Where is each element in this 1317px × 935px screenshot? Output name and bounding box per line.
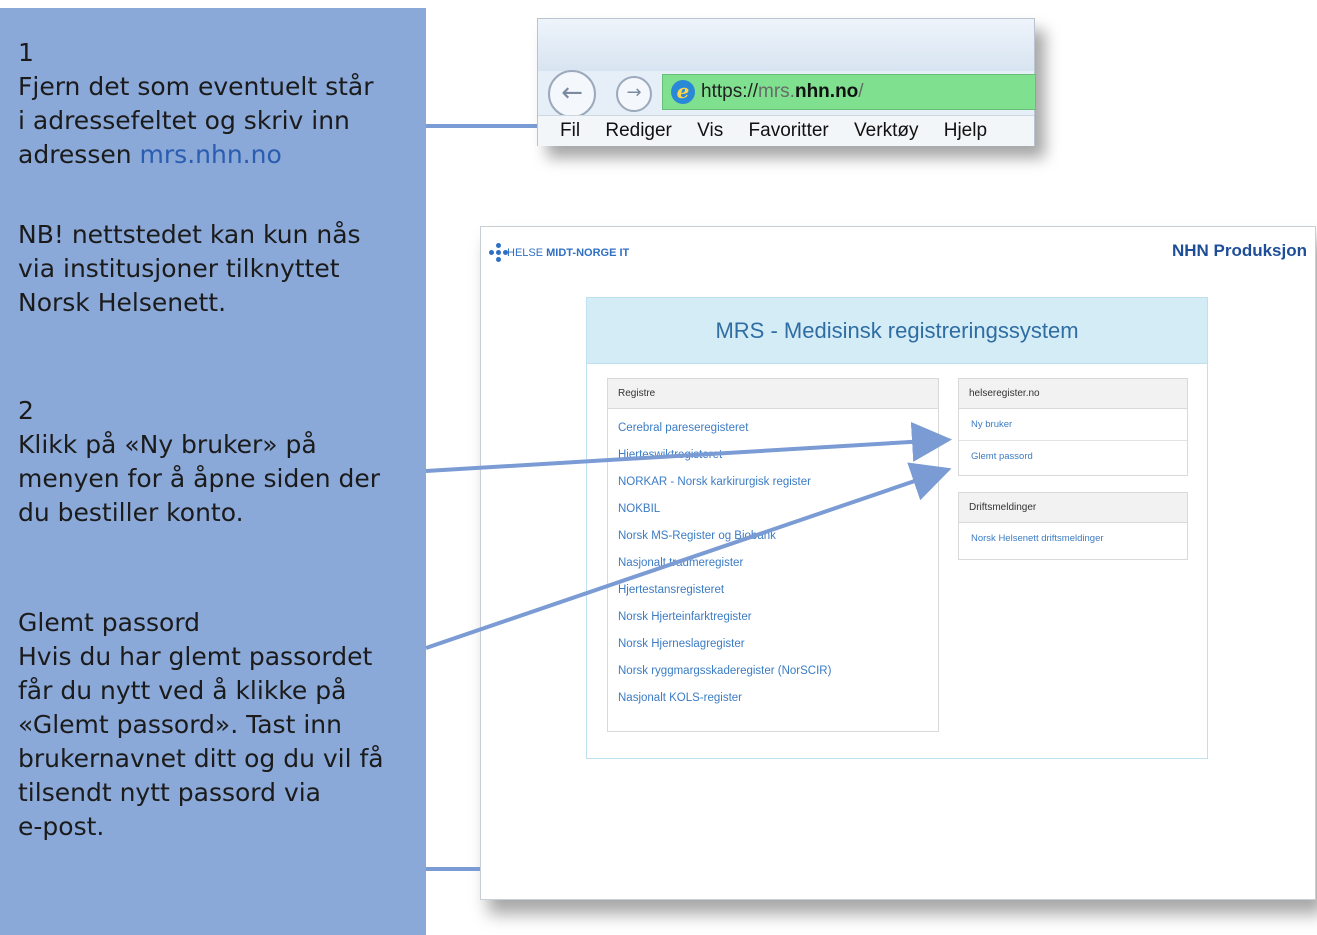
step-1-line: adressen mrs.nhn.no [18,138,418,172]
register-link[interactable]: Hjerteswiktregisteret [618,442,938,469]
app-title: MRS - Medisinsk registreringssystem [587,298,1207,364]
menu-item-rediger[interactable]: Rediger [605,120,672,141]
register-link[interactable]: Norsk Hjerteinfarktregister [618,604,938,631]
forgot-line: «Glemt passord». Tast inn [18,710,342,739]
registers-list: Cerebral pareseregisteret Hjerteswiktreg… [608,409,938,712]
driftsmeldinger-heading: Driftsmeldinger [959,493,1187,523]
step-2-line: Klikk på «Ny bruker» på [18,430,317,459]
register-link[interactable]: Nasjonalt traumeregister [618,550,938,577]
forgot-password-title: Glemt passord [18,608,201,637]
forgot-line: brukernavnet ditt og du vil få [18,744,384,773]
back-arrow-icon[interactable]: ← [548,70,596,118]
step-1-line: Fjern det som eventuelt står [18,72,374,101]
address-bar[interactable]: e https://mrs.nhn.no/ [662,74,1036,110]
network-note: NB! nettstedet kan kun nås via institusj… [18,218,418,320]
new-user-link[interactable]: Ny bruker [959,409,1187,441]
menu-item-vis[interactable]: Vis [697,120,723,141]
nhn-status-link[interactable]: Norsk Helsenett driftsmeldinger [959,523,1187,555]
forgot-line: tilsendt nytt passord via [18,778,322,807]
driftsmeldinger-panel: Driftsmeldinger Norsk Helsenett driftsme… [958,492,1188,560]
url-subdomain: mrs. [758,81,795,102]
internet-explorer-icon: e [671,80,695,104]
note-line: Norsk Helsenett. [18,288,227,317]
register-link[interactable]: NOKBIL [618,496,938,523]
register-link[interactable]: Norsk Hjerneslagregister [618,631,938,658]
instruction-panel: 1 Fjern det som eventuelt står i adresse… [0,8,426,935]
environment-label: NHN Produksjon [1171,241,1307,260]
menu-item-fil[interactable]: Fil [560,120,580,141]
menu-item-favoritter[interactable]: Favoritter [749,120,829,141]
url-domain: nhn.no [794,81,859,102]
browser-screenshot: ← → e https://mrs.nhn.no/ Fil Rediger Vi… [537,18,1036,146]
mrs-url-link-text: mrs.nhn.no [139,140,282,169]
note-line: NB! nettstedet kan kun nås [18,220,361,249]
logo-text-bold: MIDT-NORGE IT [546,247,630,259]
logo-dots-icon [487,241,509,281]
browser-menu-bar: Fil Rediger Vis Favoritter Verktøy Hjelp [538,115,1034,146]
step-2-text: 2 Klikk på «Ny bruker» på menyen for å å… [18,394,418,530]
registers-heading: Registre [608,379,938,409]
url-path: / [858,81,864,102]
forgot-password-text: Glemt passord Hvis du har glemt passorde… [18,606,418,844]
step-1-line: i adressefeltet og skriv inn [18,106,350,135]
register-link[interactable]: Norsk ryggmargsskaderegister (NorSCIR) [618,658,938,685]
step-1-text: 1 Fjern det som eventuelt står i adresse… [18,36,418,172]
url-protocol: https:// [701,81,759,102]
forgot-line: e-post. [18,812,105,841]
forward-arrow-icon[interactable]: → [616,76,652,112]
mrs-site-screenshot: HELSE MIDT-NORGE IT NHN Produksjon MRS -… [480,226,1316,900]
helseregister-panel: helseregister.no Ny bruker Glemt passord [958,378,1188,476]
helseregister-heading: helseregister.no [959,379,1187,409]
forgot-password-link[interactable]: Glemt passord [959,441,1187,473]
logo-text-light: HELSE [507,247,547,259]
browser-titlebar [538,19,1034,71]
note-line: via institusjoner tilknyttet [18,254,340,283]
register-link[interactable]: Cerebral pareseregisteret [618,415,938,442]
registers-panel: Registre Cerebral pareseregisteret Hjert… [607,378,939,732]
step-2-number: 2 [18,396,34,425]
logo-text: HELSE MIDT-NORGE IT [507,247,629,259]
step-1-number: 1 [18,38,34,67]
register-link[interactable]: NORKAR - Norsk karkirurgisk register [618,469,938,496]
register-link[interactable]: Hjertestansregisteret [618,577,938,604]
step-2-line: du bestiller konto. [18,498,244,527]
register-link[interactable]: Nasjonalt KOLS-register [618,685,938,712]
menu-item-hjelp[interactable]: Hjelp [944,120,987,141]
register-link[interactable]: Norsk MS-Register og Biobank [618,523,938,550]
step-2-line: menyen for å åpne siden der [18,464,381,493]
menu-item-verktoy[interactable]: Verktøy [854,120,918,141]
mrs-main-card: MRS - Medisinsk registreringssystem Regi… [586,297,1208,759]
forgot-line: får du nytt ved å klikke på [18,676,347,705]
forgot-line: Hvis du har glemt passordet [18,642,373,671]
step-1-prefix: adressen [18,140,140,169]
